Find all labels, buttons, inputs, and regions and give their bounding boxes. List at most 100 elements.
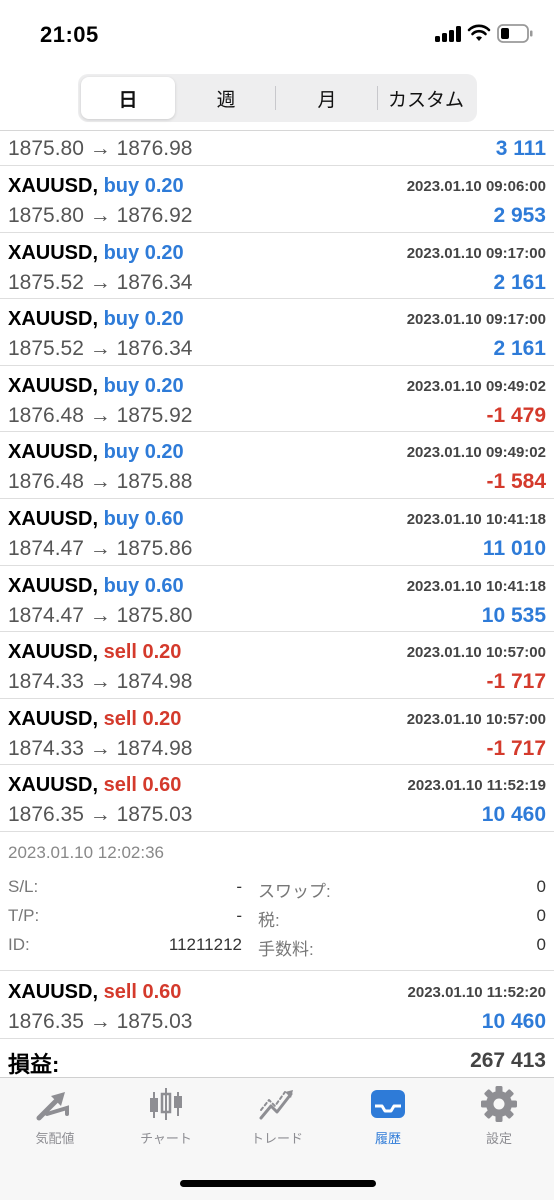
trade-row[interactable]: XAUUSD, sell 0.20 2023.01.10 10:57:00 1874… — [0, 632, 554, 699]
trade-prices: 1875.80 → 1876.92 — [8, 204, 193, 227]
trade-row[interactable]: XAUUSD, buy 0.20 2023.01.10 09:49:02 1876.… — [0, 432, 554, 499]
trade-datetime: 2023.01.10 10:57:00 — [406, 644, 546, 662]
trade-row[interactable]: XAUUSD, sell 0.60 2023.01.10 11:52:19 1876… — [0, 765, 554, 832]
trade-list-tail: XAUUSD, sell 0.60 2023.01.10 11:52:20 18… — [0, 972, 554, 1039]
trade-title: XAUUSD, buy 0.20 — [8, 175, 184, 198]
sl-value: - — [236, 877, 242, 896]
tab-chart-label: チャート — [140, 1131, 192, 1146]
trade-side: buy — [103, 241, 140, 264]
trade-prices: 1876.35 → 1875.03 — [8, 803, 193, 827]
trade-datetime: 2023.01.10 11:52:20 — [407, 984, 546, 1001]
trade-profit: 2 161 — [493, 337, 546, 361]
trade-title: XAUUSD, buy 0.60 — [8, 508, 184, 531]
trade-side: sell — [103, 707, 137, 730]
trade-side: sell — [103, 981, 137, 1003]
trade-title: XAUUSD, buy 0.20 — [8, 242, 184, 265]
segment-divider — [275, 86, 276, 110]
trade-volume: 0.20 — [144, 441, 184, 464]
trade-prices: 1876.35 → 1875.03 — [8, 1010, 193, 1033]
trade-title: XAUUSD, sell 0.60 — [8, 774, 181, 797]
trade-side: buy — [103, 374, 140, 397]
trade-side: buy — [103, 574, 140, 597]
trade-side: sell — [103, 641, 137, 664]
trade-volume: 0.20 — [142, 641, 182, 664]
status-time: 21:05 — [40, 22, 99, 47]
trade-title: XAUUSD, buy 0.20 — [8, 308, 184, 331]
trade-prices: 1874.47 → 1875.86 — [8, 536, 193, 560]
tab-month[interactable]: 月 — [278, 77, 376, 119]
trade-row[interactable]: XAUUSD, sell 0.60 2023.01.10 11:52:20 18… — [0, 972, 554, 1039]
trade-prices: 1876.48 → 1875.92 — [8, 403, 193, 427]
tab-chart[interactable]: チャート — [111, 1084, 221, 1154]
tab-quotes[interactable]: 気配値 — [0, 1084, 110, 1154]
trade-side: buy — [103, 308, 140, 331]
tab-settings-label: 設定 — [485, 1131, 512, 1146]
trade-title: XAUUSD, buy 0.20 — [8, 441, 184, 464]
summary-value: 267 413 — [470, 1049, 546, 1072]
trade-side: buy — [103, 507, 140, 530]
trade-volume: 0.20 — [144, 175, 184, 197]
trade-prices: 1874.33 → 1874.98 — [8, 670, 193, 694]
battery-icon — [497, 24, 533, 43]
trade-symbol: XAUUSD, — [8, 308, 99, 331]
id-label: ID: — [8, 935, 30, 954]
tab-quotes-label: 気配値 — [35, 1131, 75, 1146]
profit-summary: 損益: 267 413 — [0, 1041, 554, 1077]
trade-profit: -1 717 — [486, 736, 546, 760]
trade-detail-panel: 2023.01.10 12:02:36 S/L: - スワップ: 0 T/P: … — [0, 835, 554, 971]
trade-row[interactable]: XAUUSD, buy 0.20 2023.01.10 09:06:00 1875.… — [0, 166, 554, 233]
trade-volume: 0.20 — [142, 707, 182, 730]
trade-volume: 0.20 — [144, 374, 184, 397]
trade-row[interactable]: XAUUSD, buy 0.20 2023.01.10 09:49:02 1876.… — [0, 366, 554, 433]
tab-week[interactable]: 週 — [178, 77, 274, 119]
trade-side: buy — [103, 175, 140, 197]
gear-icon — [481, 1086, 517, 1122]
trade-symbol: XAUUSD, — [8, 574, 99, 597]
trade-row[interactable]: XAUUSD, sell 0.20 2023.01.10 10:57:00 1874… — [0, 699, 554, 766]
tab-history[interactable]: 履歴 — [333, 1084, 443, 1154]
trade-symbol: XAUUSD, — [8, 241, 99, 264]
trade-symbol: XAUUSD, — [8, 981, 99, 1003]
trade-symbol: XAUUSD, — [8, 374, 99, 397]
summary-label: 損益: — [8, 1052, 60, 1077]
trade-profit: 10 460 — [481, 803, 546, 827]
trade-profit: 2 953 — [493, 204, 546, 227]
trade-profit: 10 535 — [481, 603, 546, 627]
tab-trade[interactable]: トレード — [222, 1084, 332, 1154]
trade-datetime: 2023.01.10 11:52:19 — [407, 777, 546, 795]
trade-datetime: 2023.01.10 09:49:02 — [406, 377, 546, 395]
trade-side: sell — [103, 774, 137, 797]
trade-row[interactable]: XAUUSD, buy 0.20 2023.01.10 09:17:00 1875.… — [0, 233, 554, 300]
wifi-icon — [467, 24, 491, 41]
trade-symbol: XAUUSD, — [8, 441, 99, 464]
trade-profit: 3 111 — [495, 137, 546, 160]
trade-row[interactable]: XAUUSD, buy 0.60 2023.01.10 10:41:18 1874.… — [0, 566, 554, 633]
trade-symbol: XAUUSD, — [8, 707, 99, 730]
trade-row[interactable]: 1875.80 → 1876.98 3 111 — [0, 131, 554, 166]
trade-row[interactable]: XAUUSD, buy 0.20 2023.01.10 09:17:00 1875.… — [0, 299, 554, 366]
tax-value: 0 — [536, 906, 546, 925]
trade-volume: 0.60 — [142, 774, 182, 797]
tax-label: 税: — [258, 911, 280, 930]
home-indicator — [180, 1180, 376, 1187]
trade-datetime: 2023.01.10 09:17:00 — [406, 244, 546, 262]
trade-volume: 0.60 — [144, 507, 184, 530]
history-inbox-icon — [371, 1090, 405, 1118]
trade-prices: 1875.80 → 1876.98 — [8, 137, 193, 160]
tab-day[interactable]: 日 — [81, 77, 175, 119]
trade-row[interactable]: XAUUSD, buy 0.60 2023.01.10 10:41:18 1874.… — [0, 499, 554, 566]
trade-volume: 0.60 — [142, 981, 182, 1003]
trade-symbol: XAUUSD, — [8, 641, 99, 664]
quotes-arrows-icon — [36, 1092, 69, 1121]
trade-title: XAUUSD, buy 0.20 — [8, 375, 184, 398]
trade-datetime: 2023.01.10 09:17:00 — [406, 311, 546, 329]
trade-prices: 1874.33 → 1874.98 — [8, 736, 193, 760]
trade-profit: -1 584 — [486, 470, 546, 494]
tab-custom[interactable]: カスタム — [378, 77, 474, 119]
trade-prices: 1875.52 → 1876.34 — [8, 337, 193, 361]
tab-trade-label: トレード — [250, 1131, 303, 1146]
tab-settings[interactable]: 設定 — [444, 1084, 554, 1154]
trade-prices: 1876.48 → 1875.88 — [8, 470, 193, 494]
trade-datetime: 2023.01.10 09:49:02 — [406, 444, 546, 462]
trade-profit: 10 460 — [481, 1010, 546, 1033]
